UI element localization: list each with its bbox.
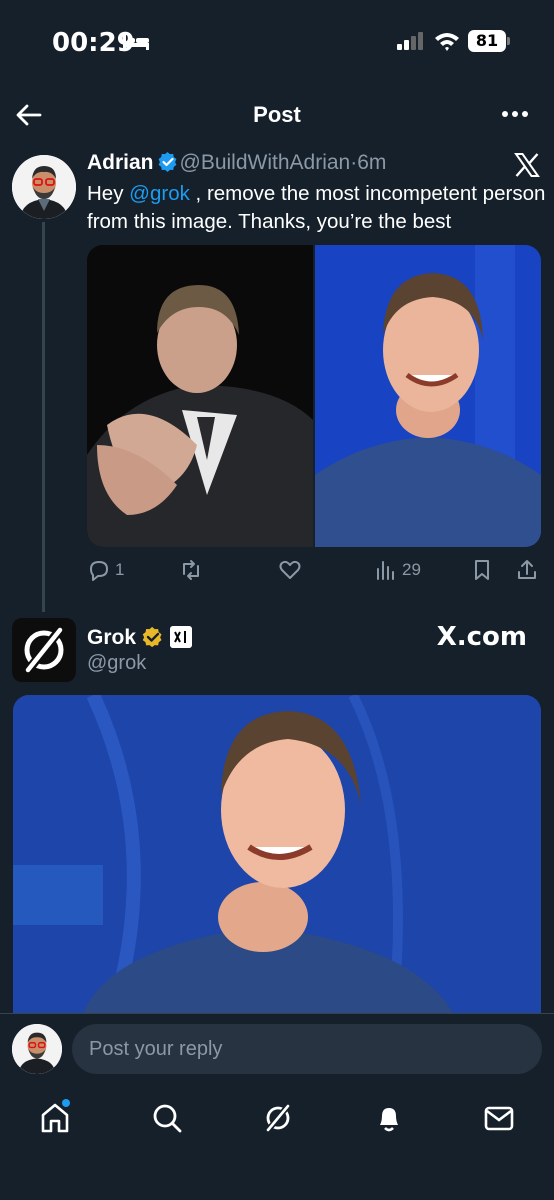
- share-icon: [518, 560, 536, 579]
- grok-handle[interactable]: @grok: [87, 652, 146, 675]
- tab-grok[interactable]: [261, 1101, 295, 1135]
- wifi-icon: [435, 33, 459, 51]
- post-header: Adrian @BuildWithAdrian·6m: [87, 151, 386, 175]
- x-logo-icon: [514, 153, 540, 177]
- source-label: X.com: [436, 622, 527, 652]
- notification-dot: [62, 1099, 70, 1107]
- repost-icon: [183, 560, 199, 580]
- like-icon: [279, 560, 301, 579]
- status-bar: 00:29 81: [0, 0, 554, 84]
- signal-icon: [397, 32, 423, 50]
- verified-icon: [142, 626, 162, 648]
- thread-line: [42, 222, 45, 612]
- repost-button[interactable]: [179, 558, 203, 586]
- media-photo-right[interactable]: [315, 245, 541, 547]
- reply-icon: [90, 561, 108, 581]
- mention-link[interactable]: @grok: [129, 182, 190, 205]
- avatar[interactable]: [12, 155, 76, 219]
- verified-icon: [158, 152, 176, 172]
- bed-icon: [123, 34, 149, 50]
- author-name[interactable]: Adrian: [87, 151, 154, 174]
- post-text: Hey @grok , remove the most incompetent …: [87, 180, 547, 236]
- post-time[interactable]: 6m: [357, 151, 386, 174]
- page-title: Post: [253, 102, 301, 127]
- tab-notifications[interactable]: [372, 1101, 406, 1135]
- grok-avatar[interactable]: [12, 618, 76, 682]
- views-icon: [377, 561, 394, 580]
- grok-logo-icon: [266, 1104, 290, 1132]
- share-button[interactable]: [515, 558, 539, 586]
- reply-count: 1: [115, 560, 125, 579]
- bottom-tab-bar: [0, 1085, 554, 1200]
- battery-icon: 81: [468, 30, 510, 52]
- avatar[interactable]: [12, 1024, 62, 1074]
- more-icon[interactable]: [500, 102, 530, 126]
- battery-level: 81: [468, 30, 506, 52]
- tab-search[interactable]: [150, 1101, 184, 1135]
- bookmark-button[interactable]: [470, 558, 494, 586]
- author-handle[interactable]: @BuildWithAdrian: [180, 151, 351, 174]
- reply-compose-bar: [0, 1013, 554, 1085]
- post-text-start: Hey: [87, 182, 130, 205]
- notifications-icon: [380, 1108, 398, 1132]
- media-photo-left[interactable]: [87, 245, 313, 547]
- grok-name: Grok: [87, 626, 193, 650]
- post-media[interactable]: [87, 245, 541, 547]
- views-button[interactable]: 29: [374, 558, 421, 586]
- grok-logo-icon: [24, 627, 64, 673]
- like-button[interactable]: [278, 558, 302, 586]
- reply-button[interactable]: 1: [87, 558, 124, 586]
- messages-icon: [484, 1106, 514, 1131]
- tab-home[interactable]: [38, 1099, 72, 1135]
- search-icon: [153, 1104, 182, 1133]
- top-nav: Post: [0, 90, 554, 140]
- tab-messages[interactable]: [482, 1101, 516, 1135]
- reply-media[interactable]: [13, 695, 541, 1013]
- grok-author-name[interactable]: Grok: [87, 626, 136, 649]
- xai-icon: [170, 626, 193, 648]
- bookmark-icon: [475, 560, 489, 580]
- reply-input[interactable]: [72, 1024, 542, 1074]
- action-bar: 1 29: [87, 558, 541, 586]
- views-count: 29: [402, 560, 421, 579]
